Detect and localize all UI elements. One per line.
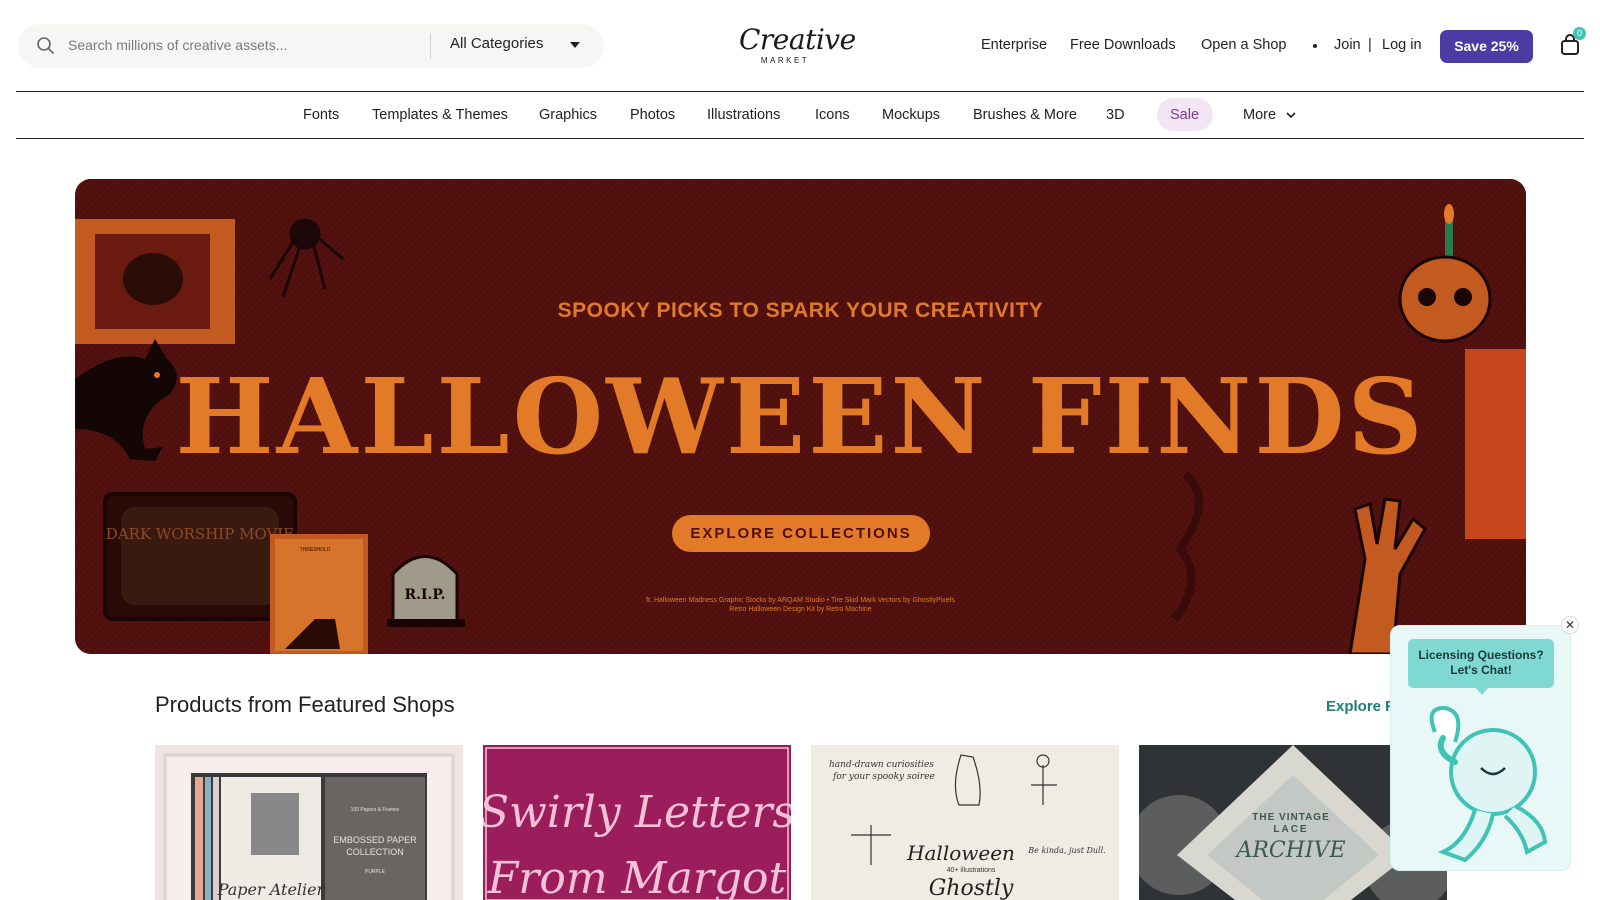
cart-count-badge: 0 <box>1573 27 1586 40</box>
nav-icons[interactable]: Icons <box>815 107 850 123</box>
nav-more[interactable]: More <box>1243 107 1276 123</box>
featured-section-title: Products from Featured Shops <box>155 692 455 717</box>
nav-templates-themes[interactable]: Templates & Themes <box>372 107 508 123</box>
hero-title: HALLOWEEN FINDS <box>175 355 1426 478</box>
link-open-a-shop[interactable]: Open a Shop <box>1201 37 1286 53</box>
card2-line1: Swirly Letters <box>483 787 791 838</box>
card3-line1: hand-drawn curiosities <box>829 760 934 770</box>
product-card-3[interactable]: hand-drawn curiosities for your spooky s… <box>811 745 1119 900</box>
nav-illustrations[interactable]: Illustrations <box>707 107 780 123</box>
save-25-button[interactable]: Save 25% <box>1440 30 1533 63</box>
product-card-2[interactable]: Swirly Letters From Margot <box>483 745 791 900</box>
logo-wordmark: Creative <box>739 23 856 56</box>
hero-banner[interactable]: DARK WORSHIP MOVIE THRESHOLD R.I.P. SPOO… <box>75 179 1526 654</box>
link-separator: | <box>1368 37 1372 53</box>
card2-line2: From Margot <box>487 853 787 900</box>
bullet-separator <box>1313 44 1317 48</box>
nav-fonts[interactable]: Fonts <box>303 107 339 123</box>
nav-graphics[interactable]: Graphics <box>539 107 597 123</box>
card1-line2: COLLECTION <box>346 847 404 857</box>
card3-sub: 40+ illustrations <box>947 867 996 874</box>
product-thumbnail: Swirly Letters From Margot <box>483 747 791 900</box>
hero-credit-line-1: ft. Halloween Madness Graphic Stocks by … <box>646 597 955 604</box>
card3-line2: for your spooky soiree <box>832 772 935 782</box>
nav-photos[interactable]: Photos <box>630 107 675 123</box>
search-input[interactable]: Search millions of creative assets... <box>68 37 287 53</box>
product-card-1[interactable]: 100 Papers & Frames EMBOSSED PAPER COLLE… <box>155 745 463 900</box>
nav-mockups[interactable]: Mockups <box>882 107 940 123</box>
mascot-illustration <box>1429 705 1548 863</box>
hero-credits: ft. Halloween Madness Graphic Stocks by … <box>75 596 1526 614</box>
logo-subtitle: MARKET <box>760 56 810 65</box>
search-icon <box>37 37 54 54</box>
link-login[interactable]: Log in <box>1382 37 1422 53</box>
explore-featured-link[interactable]: Explore F <box>1326 698 1394 715</box>
card3-tag: Be kinda, just Dull. <box>1027 846 1105 855</box>
stamp-illustration <box>75 219 235 344</box>
nav-brushes-more[interactable]: Brushes & More <box>973 107 1077 123</box>
hero-tagline: SPOOKY PICKS TO SPARK YOUR CREATIVITY <box>557 299 1044 322</box>
chat-bubble-tail <box>1475 687 1489 695</box>
card1-script: Paper Atelier <box>217 880 326 899</box>
card3-script: Ghostly <box>929 876 1014 900</box>
chevron-down-icon[interactable] <box>1286 112 1296 119</box>
link-free-downloads[interactable]: Free Downloads <box>1070 37 1176 53</box>
category-select[interactable]: All Categories <box>450 35 543 52</box>
book-illustration: THRESHOLD <box>270 534 368 654</box>
category-nav: Fonts Templates & Themes Graphics Photos… <box>16 92 1584 139</box>
tv-text-1: DARK WORSHIP MOVIE <box>106 525 294 543</box>
card3-title: Halloween <box>906 841 1015 865</box>
top-header: Search millions of creative assets... Al… <box>16 0 1586 92</box>
product-thumbnail: hand-drawn curiosities for your spooky s… <box>829 754 1106 900</box>
card1-small: 100 Papers & Frames <box>351 807 400 813</box>
explore-collections-button[interactable]: EXPLORE COLLECTIONS <box>672 515 930 552</box>
chat-widget[interactable]: Licensing Questions? Let's Chat! <box>1390 625 1571 871</box>
product-thumbnail: 100 Papers & Frames EMBOSSED PAPER COLLE… <box>163 753 455 900</box>
card4-line3: ARCHIVE <box>1234 838 1345 863</box>
chat-bubble-line-1: Licensing Questions? <box>1418 648 1544 662</box>
card1-line1: EMBOSSED PAPER <box>333 835 417 845</box>
link-enterprise[interactable]: Enterprise <box>981 37 1047 53</box>
card1-brand: PURPLE <box>365 869 386 875</box>
nav-3d[interactable]: 3D <box>1106 107 1125 123</box>
search-bar[interactable]: Search millions of creative assets... Al… <box>18 24 604 68</box>
caret-down-icon[interactable] <box>570 42 580 48</box>
close-icon[interactable]: ✕ <box>1565 618 1575 632</box>
logo[interactable]: Creative MARKET <box>739 23 856 66</box>
search-divider <box>430 33 431 59</box>
hero-credit-line-2: Retro Halloween Design Kit by Retro Mach… <box>729 606 872 613</box>
chat-bubble-line-2: Let's Chat! <box>1450 663 1512 677</box>
book-title: THRESHOLD <box>300 547 331 553</box>
chat-bubble[interactable]: Licensing Questions? Let's Chat! <box>1408 639 1554 688</box>
chat-close-button[interactable]: ✕ <box>1561 616 1579 634</box>
card4-line2: LACE <box>1273 824 1308 835</box>
nav-sale[interactable]: Sale <box>1170 107 1199 123</box>
card4-line1: THE VINTAGE <box>1252 812 1329 823</box>
link-join[interactable]: Join <box>1334 37 1361 53</box>
